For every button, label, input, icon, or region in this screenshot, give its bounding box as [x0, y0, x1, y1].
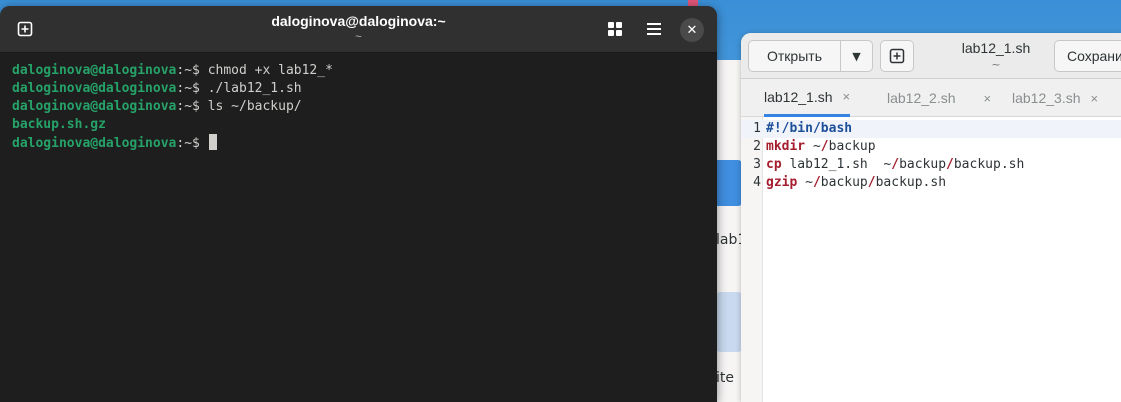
prompt-user: daloginova@daloginova [12, 63, 177, 78]
new-document-button[interactable] [880, 40, 914, 72]
tab-overview-button[interactable] [598, 14, 632, 44]
prompt-path: :~$ [176, 81, 208, 96]
tab-lab12-3[interactable]: lab12_3.sh × [1012, 79, 1098, 117]
chevron-down-icon: ▼ [852, 49, 861, 63]
tab-lab12-2[interactable]: lab12_2.sh × [887, 79, 991, 117]
text-editor-window: Открыть ▼ lab12_1.sh ~ Сохранить lab12_1… [741, 33, 1121, 402]
close-tab-icon[interactable]: × [984, 91, 992, 106]
grid-icon [608, 22, 622, 36]
terminal-window: daloginova@daloginova:~ ~ ✕ daloginova@d… [0, 6, 717, 402]
prompt-user: daloginova@daloginova [12, 136, 177, 151]
open-button-label: Открыть [749, 41, 841, 71]
close-tab-icon[interactable]: × [1091, 91, 1099, 106]
tab-label: lab12_1.sh [764, 88, 833, 105]
close-icon: ✕ [686, 22, 698, 38]
code-line: 3 cp lab12_1.sh ~/backup/backup.sh [741, 156, 1121, 174]
code-token: / [812, 175, 821, 190]
line-number: 2 [753, 139, 761, 154]
code-token: backup [820, 175, 868, 190]
tab-label: lab12_2.sh [887, 90, 956, 106]
code-editor[interactable]: 1 #!/bin/bash 2 mkdir ~/backup 3 cp lab12_1.s… [741, 117, 1121, 402]
prompt-user: daloginova@daloginova [12, 81, 177, 96]
code-token: / [820, 139, 829, 154]
code-token: backup.sh [875, 175, 947, 190]
terminal-line: daloginova@daloginova:~$ ./lab12_1.sh [12, 80, 705, 98]
code-token: backup.sh [953, 157, 1025, 172]
code-token: backup [828, 139, 876, 154]
code-token: backup [899, 157, 947, 172]
plus-square-icon [889, 48, 905, 64]
tab-lab12-1[interactable]: lab12_1.sh × [764, 79, 851, 117]
code-token: / [946, 157, 954, 172]
code-token: mkdir [766, 139, 806, 154]
code-token: lab12_1.sh ~ [781, 157, 892, 172]
code-text: mkdir ~/backup [766, 138, 876, 156]
background-file-label: ite [716, 370, 734, 386]
save-button[interactable]: Сохранить [1054, 40, 1121, 72]
code-line: 2 mkdir ~/backup [741, 138, 1121, 156]
code-token: ~ [797, 175, 813, 190]
terminal-cursor [208, 134, 217, 150]
code-text: #!/bin/bash [766, 120, 852, 138]
tab-label: lab12_3.sh [1012, 90, 1081, 106]
document-path: ~ [991, 58, 1001, 71]
document-tabs: lab12_1.sh × lab12_2.sh × lab12_3.sh × [741, 79, 1121, 117]
terminal-output[interactable]: daloginova@daloginova:~$ chmod +x lab12_… [0, 53, 717, 161]
code-token: ~ [805, 139, 821, 154]
terminal-line: backup.sh.gz [12, 116, 705, 134]
terminal-line: daloginova@daloginova:~$ ls ~/backup/ [12, 98, 705, 116]
prompt-path: :~$ [176, 136, 208, 151]
prompt-path: :~$ [176, 63, 208, 78]
close-tab-icon[interactable]: × [843, 89, 851, 104]
command-text: chmod +x lab12_* [207, 63, 333, 78]
terminal-line: daloginova@daloginova:~$ chmod +x lab12_… [12, 62, 705, 80]
code-token: #!/bin/bash [766, 121, 853, 136]
hamburger-menu-icon [647, 23, 661, 35]
line-number: 3 [753, 157, 761, 172]
code-line: 1 #!/bin/bash [741, 120, 1121, 138]
close-window-button[interactable]: ✕ [680, 18, 704, 42]
command-text: ./lab12_1.sh [207, 81, 302, 96]
terminal-line: daloginova@daloginova:~$ [12, 134, 705, 152]
main-menu-button[interactable] [637, 14, 671, 44]
code-text: gzip ~/backup/backup.sh [766, 174, 946, 192]
command-output: backup.sh.gz [12, 117, 106, 132]
open-dropdown-button[interactable]: ▼ [841, 41, 872, 71]
folder-icon [716, 292, 742, 352]
open-button[interactable]: Открыть ▼ [748, 40, 873, 72]
code-line: 4 gzip ~/backup/backup.sh [741, 174, 1121, 192]
line-number: 4 [753, 175, 761, 190]
document-title: lab12_1.sh [961, 40, 1031, 56]
command-text: ls ~/backup/ [207, 99, 302, 114]
prompt-path: :~$ [176, 99, 208, 114]
code-token: / [867, 175, 876, 190]
line-number: 1 [753, 121, 761, 136]
code-token: gzip [766, 175, 798, 190]
prompt-user: daloginova@daloginova [12, 99, 177, 114]
code-text: cp lab12_1.sh ~/backup/backup.sh [766, 156, 1024, 174]
terminal-headerbar: daloginova@daloginova:~ ~ ✕ [0, 6, 717, 53]
code-token: / [891, 157, 900, 172]
code-token: cp [766, 157, 782, 172]
editor-headerbar: Открыть ▼ lab12_1.sh ~ Сохранить [741, 33, 1121, 79]
